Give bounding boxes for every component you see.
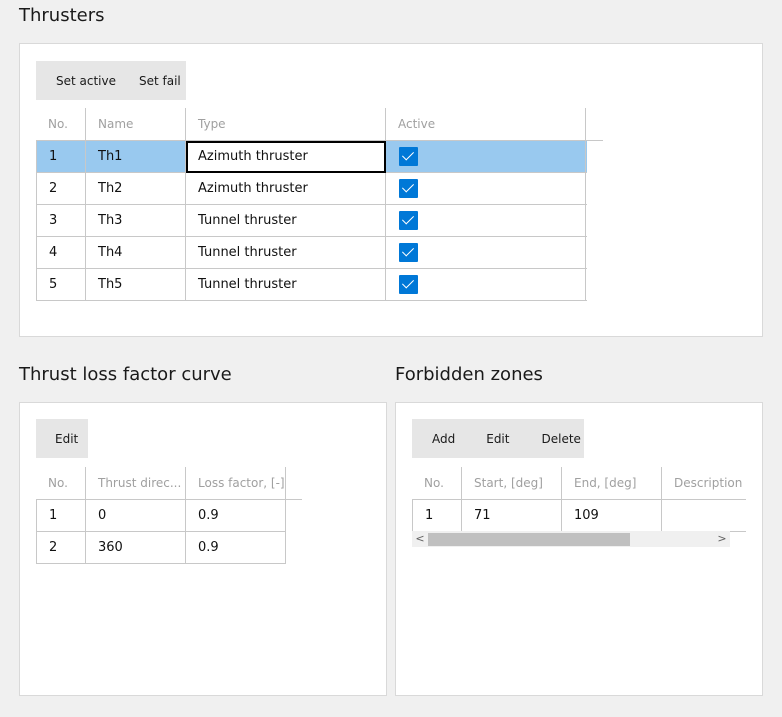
thrusters-grid-header: No. Name Type Active <box>36 108 603 141</box>
table-row[interactable]: 3 Th3 Tunnel thruster <box>36 205 587 237</box>
cell-end[interactable]: 109 <box>562 500 662 532</box>
delete-button[interactable]: Delete <box>541 432 580 446</box>
checkbox-checked-icon[interactable] <box>399 179 418 198</box>
cell-type[interactable]: Tunnel thruster <box>186 205 386 237</box>
cell-no[interactable]: 3 <box>37 205 86 237</box>
thrust-loss-title: Thrust loss factor curve <box>19 364 232 385</box>
cell-no[interactable]: 1 <box>37 141 86 173</box>
horizontal-scrollbar[interactable]: < > <box>412 531 730 547</box>
table-row[interactable]: 1 0 0.9 <box>36 500 286 532</box>
cell-name[interactable]: Th2 <box>86 173 186 205</box>
table-row[interactable]: 4 Th4 Tunnel thruster <box>36 237 587 269</box>
cell-thrust-direction[interactable]: 0 <box>86 500 186 532</box>
column-header-name[interactable]: Name <box>86 108 186 140</box>
cell-thrust-direction[interactable]: 360 <box>86 532 186 564</box>
forbidden-zones-grid-header: No. Start, [deg] End, [deg] Description <box>412 467 746 500</box>
column-header-start[interactable]: Start, [deg] <box>462 467 562 499</box>
chevron-right-icon[interactable]: > <box>714 531 730 547</box>
thrusters-grid: No. Name Type Active 1 Th1 Azimuth thrus… <box>36 108 603 301</box>
scrollbar-thumb[interactable] <box>428 533 630 546</box>
thrust-loss-grid: No. Thrust direc... Loss factor, [-] 1 0… <box>36 467 302 564</box>
column-header-thrust-direction[interactable]: Thrust direc... <box>86 467 186 499</box>
checkbox-checked-icon[interactable] <box>399 243 418 262</box>
cell-type[interactable]: Tunnel thruster <box>186 269 386 301</box>
cell-start[interactable]: 71 <box>462 500 562 532</box>
forbidden-zones-title: Forbidden zones <box>395 364 543 385</box>
thrusters-panel: Set active Set fail No. Name Type Active… <box>19 43 763 337</box>
forbidden-zones-toolbar: Add Edit Delete <box>412 419 584 458</box>
chevron-left-icon[interactable]: < <box>412 531 428 547</box>
table-row[interactable]: 1 71 109 <box>412 500 746 532</box>
cell-type[interactable]: Azimuth thruster <box>186 173 386 205</box>
thrust-loss-grid-header: No. Thrust direc... Loss factor, [-] <box>36 467 302 500</box>
cell-name[interactable]: Th1 <box>86 141 186 173</box>
edit-button[interactable]: Edit <box>55 432 78 446</box>
table-row[interactable]: 5 Th5 Tunnel thruster <box>36 269 587 301</box>
cell-no[interactable]: 1 <box>413 500 462 532</box>
cell-no[interactable]: 2 <box>37 173 86 205</box>
table-row[interactable]: 1 Th1 Azimuth thruster <box>36 141 587 173</box>
cell-no[interactable]: 5 <box>37 269 86 301</box>
cell-no[interactable]: 4 <box>37 237 86 269</box>
forbidden-zones-panel: Add Edit Delete No. Start, [deg] End, [d… <box>395 402 763 696</box>
column-header-end[interactable]: End, [deg] <box>562 467 662 499</box>
thrusters-toolbar: Set active Set fail <box>36 61 186 100</box>
table-row[interactable]: 2 360 0.9 <box>36 532 286 564</box>
column-header-no[interactable]: No. <box>412 467 462 499</box>
thrust-loss-panel: Edit No. Thrust direc... Loss factor, [-… <box>19 402 387 696</box>
cell-loss-factor[interactable]: 0.9 <box>186 532 286 564</box>
cell-name[interactable]: Th3 <box>86 205 186 237</box>
edit-button[interactable]: Edit <box>486 432 509 446</box>
checkbox-checked-icon[interactable] <box>399 275 418 294</box>
thrust-loss-toolbar: Edit <box>36 419 88 458</box>
cell-description[interactable] <box>662 500 746 532</box>
column-header-no[interactable]: No. <box>36 108 86 140</box>
column-header-type[interactable]: Type <box>186 108 386 140</box>
cell-active[interactable] <box>386 173 586 205</box>
column-header-active[interactable]: Active <box>386 108 586 140</box>
column-header-no[interactable]: No. <box>36 467 86 499</box>
column-header-description[interactable]: Description <box>662 467 746 499</box>
cell-active[interactable] <box>386 269 586 301</box>
column-header-loss-factor[interactable]: Loss factor, [-] <box>186 467 286 499</box>
table-row[interactable]: 2 Th2 Azimuth thruster <box>36 173 587 205</box>
cell-type[interactable]: Azimuth thruster <box>186 141 386 173</box>
set-active-button[interactable]: Set active <box>56 74 116 88</box>
cell-active[interactable] <box>386 205 586 237</box>
cell-name[interactable]: Th5 <box>86 269 186 301</box>
cell-no[interactable]: 2 <box>37 532 86 564</box>
cell-active[interactable] <box>386 237 586 269</box>
cell-type[interactable]: Tunnel thruster <box>186 237 386 269</box>
checkbox-checked-icon[interactable] <box>399 211 418 230</box>
cell-name[interactable]: Th4 <box>86 237 186 269</box>
set-fail-button[interactable]: Set fail <box>139 74 181 88</box>
add-button[interactable]: Add <box>432 432 455 446</box>
thrusters-title: Thrusters <box>19 5 105 26</box>
cell-loss-factor[interactable]: 0.9 <box>186 500 286 532</box>
forbidden-zones-grid: No. Start, [deg] End, [deg] Description … <box>412 467 746 532</box>
cell-no[interactable]: 1 <box>37 500 86 532</box>
cell-active[interactable] <box>386 141 586 173</box>
checkbox-checked-icon[interactable] <box>399 147 418 166</box>
